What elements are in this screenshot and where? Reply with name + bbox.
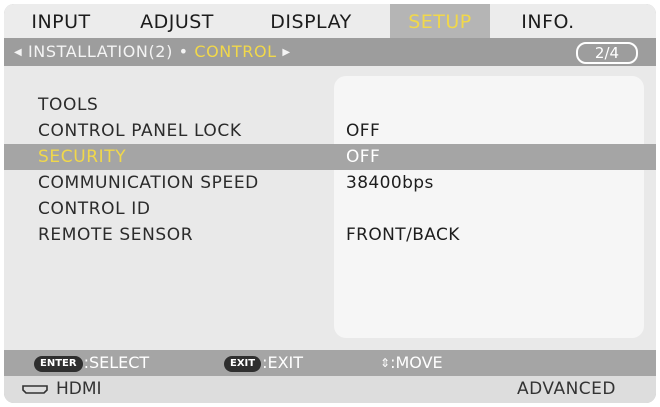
breadcrumb-current: CONTROL bbox=[194, 42, 277, 61]
input-source: HDMI bbox=[56, 379, 102, 399]
tab-adjust[interactable]: ADJUST bbox=[122, 4, 232, 38]
breadcrumb: ◀ INSTALLATION(2) • CONTROL ▶ bbox=[14, 38, 291, 66]
key-hints: ENTER:SELECT EXIT:EXIT ⇕:MOVE bbox=[4, 350, 656, 376]
hint-exit-text: :EXIT bbox=[262, 353, 304, 372]
hint-exit: EXIT:EXIT bbox=[224, 350, 303, 376]
exit-key-icon: EXIT bbox=[224, 356, 262, 372]
menu-tabs: INPUT ADJUST DISPLAY SETUP INFO. bbox=[4, 4, 656, 38]
menu-item-security[interactable]: SECURITY OFF bbox=[4, 144, 656, 170]
menu-item-label: CONTROL PANEL LOCK bbox=[38, 121, 242, 141]
menu-item-label: SECURITY bbox=[38, 147, 127, 167]
menu-item-control-id[interactable]: CONTROL ID bbox=[4, 196, 656, 222]
sub-header: ◀ INSTALLATION(2) • CONTROL ▶ 2/4 bbox=[4, 38, 656, 66]
menu-body: TOOLS CONTROL PANEL LOCK OFF SECURITY OF… bbox=[4, 66, 656, 350]
triangle-right-icon[interactable]: ▶ bbox=[282, 47, 290, 58]
menu-item-control-panel-lock[interactable]: CONTROL PANEL LOCK OFF bbox=[4, 118, 656, 144]
osd-menu: INPUT ADJUST DISPLAY SETUP INFO. ◀ INSTA… bbox=[4, 4, 656, 403]
status-bar: HDMI ADVANCED bbox=[4, 376, 656, 403]
tab-info[interactable]: INFO. bbox=[508, 4, 588, 38]
breadcrumb-separator: • bbox=[178, 42, 189, 61]
hint-move-text: :MOVE bbox=[390, 353, 443, 372]
page-indicator: 2/4 bbox=[576, 42, 638, 64]
menu-item-label: CONTROL ID bbox=[38, 199, 151, 219]
menu-mode: ADVANCED bbox=[516, 379, 616, 399]
menu-item-value: FRONT/BACK bbox=[346, 225, 460, 245]
triangle-left-icon[interactable]: ◀ bbox=[14, 47, 22, 58]
tab-display[interactable]: DISPLAY bbox=[252, 4, 370, 38]
hint-select: ENTER:SELECT bbox=[34, 350, 149, 376]
up-down-icon: ⇕ bbox=[380, 356, 391, 370]
menu-item-tools[interactable]: TOOLS bbox=[4, 92, 656, 118]
hdmi-connector-icon bbox=[22, 385, 48, 394]
menu-item-remote-sensor[interactable]: REMOTE SENSOR FRONT/BACK bbox=[4, 222, 656, 248]
menu-item-label: REMOTE SENSOR bbox=[38, 225, 194, 245]
enter-key-icon: ENTER bbox=[34, 356, 83, 372]
menu-item-value: 38400bps bbox=[346, 173, 434, 193]
menu-item-label: TOOLS bbox=[38, 95, 99, 115]
tab-input[interactable]: INPUT bbox=[16, 4, 106, 38]
tab-setup[interactable]: SETUP bbox=[390, 4, 490, 38]
hint-select-text: :SELECT bbox=[83, 353, 150, 372]
menu-item-value: OFF bbox=[346, 121, 381, 141]
menu-item-communication-speed[interactable]: COMMUNICATION SPEED 38400bps bbox=[4, 170, 656, 196]
menu-item-value: OFF bbox=[346, 147, 381, 167]
menu-item-label: COMMUNICATION SPEED bbox=[38, 173, 259, 193]
hint-move: ⇕:MOVE bbox=[380, 350, 443, 376]
breadcrumb-section: INSTALLATION(2) bbox=[27, 42, 173, 61]
